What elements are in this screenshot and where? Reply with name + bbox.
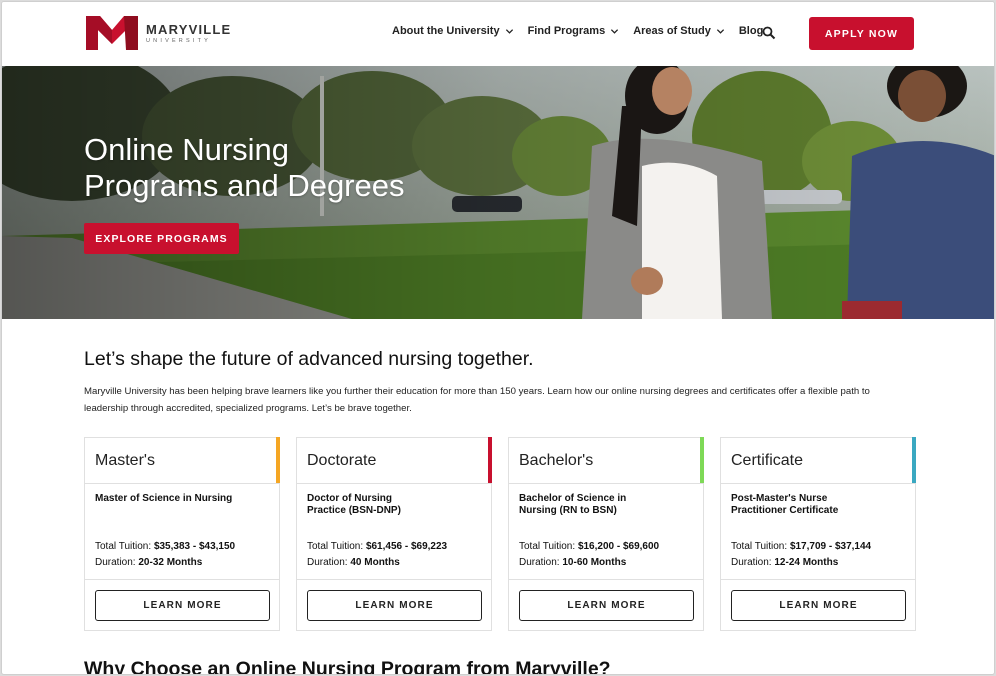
card-header: Bachelor's: [509, 437, 704, 484]
duration-value: 12-24 Months: [774, 557, 839, 568]
tuition-value: $17,709 - $37,144: [789, 541, 872, 552]
apply-now-button[interactable]: APPLY NOW: [809, 17, 914, 50]
learn-more-button[interactable]: LEARN MORE: [95, 590, 270, 621]
program-cards: Master's Master of Science in Nursing To…: [84, 437, 916, 631]
search-icon[interactable]: [762, 26, 776, 40]
nav-blog-label: Blog: [738, 25, 764, 37]
card-divider: [297, 579, 491, 580]
learn-more-button[interactable]: LEARN MORE: [731, 590, 906, 621]
card-title: Master's: [95, 452, 155, 469]
card-program-name: Master of Science in Nursing: [95, 493, 233, 504]
explore-programs-button[interactable]: EXPLORE PROGRAMS: [84, 223, 239, 254]
nav-areas-label: Areas of Study: [633, 25, 711, 37]
program-card-doctorate: Doctorate Doctor of Nursing Practice (BSN…: [296, 437, 492, 631]
intro-heading: Let’s shape the future of advanced nursi…: [84, 348, 534, 370]
duration-label: Duration:: [95, 557, 136, 568]
tuition-label: Total Tuition:: [731, 541, 788, 552]
card-details: Total Tuition: $17,709 - $37,144 Duratio…: [731, 539, 871, 571]
nav-about-label: About the University: [392, 25, 500, 37]
card-header: Master's: [85, 437, 280, 484]
tuition-label: Total Tuition:: [519, 541, 576, 552]
card-program-name: Doctor of Nursing Practice (BSN-DNP): [307, 493, 401, 516]
card-program-name: Bachelor of Science in Nursing (RN to BSN…: [519, 493, 627, 516]
nav-find-label: Find Programs: [527, 25, 606, 37]
program-card-masters: Master's Master of Science in Nursing To…: [84, 437, 280, 631]
card-details: Total Tuition: $35,383 - $43,150 Duratio…: [95, 539, 235, 571]
program-card-certificate: Certificate Post-Master's Nurse Practitio…: [720, 437, 916, 631]
card-title: Doctorate: [307, 452, 377, 469]
card-divider: [509, 579, 703, 580]
duration-label: Duration:: [307, 557, 348, 568]
card-accent-bar: [912, 437, 916, 483]
card-accent-bar: [488, 437, 492, 483]
duration-value: 40 Months: [350, 557, 400, 568]
intro-paragraph: Maryville University has been helping br…: [84, 386, 870, 414]
card-divider: [85, 579, 279, 580]
nav-about-university[interactable]: About the University: [392, 25, 514, 37]
logo-subtitle: UNIVERSITY: [146, 38, 212, 44]
duration-label: Duration:: [519, 557, 560, 568]
card-accent-bar: [700, 437, 704, 483]
card-divider: [721, 579, 915, 580]
hero-banner: Online Nursing Programs and Degrees EXPL…: [2, 66, 994, 319]
card-header: Doctorate: [297, 437, 492, 484]
hero-title: Online Nursing Programs and Degrees: [84, 132, 424, 204]
program-card-bachelors: Bachelor's Bachelor of Science in Nursing…: [508, 437, 704, 631]
duration-label: Duration:: [731, 557, 772, 568]
nav-areas-of-study[interactable]: Areas of Study: [633, 25, 725, 37]
card-header: Certificate: [721, 437, 916, 484]
tuition-label: Total Tuition:: [95, 541, 152, 552]
card-title: Bachelor's: [519, 452, 594, 469]
learn-more-button[interactable]: LEARN MORE: [307, 590, 482, 621]
tuition-value: $61,456 - $69,223: [365, 541, 448, 552]
site-header: MARYVILLE UNIVERSITY About the Universit…: [2, 2, 994, 66]
learn-more-button[interactable]: LEARN MORE: [519, 590, 694, 621]
card-accent-bar: [276, 437, 280, 483]
card-details: Total Tuition: $61,456 - $69,223 Duratio…: [307, 539, 447, 571]
card-details: Total Tuition: $16,200 - $69,600 Duratio…: [519, 539, 659, 571]
tuition-value: $16,200 - $69,600: [577, 541, 660, 552]
nav-find-programs[interactable]: Find Programs: [528, 25, 620, 37]
nav-blog[interactable]: Blog: [739, 25, 763, 37]
hero-title-line1: Online Nursing: [84, 132, 290, 167]
duration-value: 20-32 Months: [138, 557, 203, 568]
hero-title-line2: Programs and Degrees: [84, 168, 405, 203]
tuition-value: $35,383 - $43,150: [153, 541, 236, 552]
card-program-name: Post-Master's Nurse Practitioner Certific…: [731, 493, 839, 516]
card-title: Certificate: [731, 452, 804, 469]
tuition-label: Total Tuition:: [307, 541, 364, 552]
browser-viewport: MARYVILLE UNIVERSITY About the Universit…: [1, 1, 995, 675]
chevron-down-icon: [716, 28, 724, 34]
chevron-down-icon: [611, 28, 619, 34]
duration-value: 10-60 Months: [562, 557, 627, 568]
why-choose-heading: Why Choose an Online Nursing Program fro…: [84, 658, 611, 675]
maryville-logo[interactable]: MARYVILLE UNIVERSITY: [84, 14, 231, 52]
maryville-m-icon: [86, 16, 138, 50]
logo-wordmark: MARYVILLE: [146, 22, 232, 37]
main-nav: About the University Find Programs Areas…: [392, 25, 777, 37]
chevron-down-icon: [505, 28, 513, 34]
